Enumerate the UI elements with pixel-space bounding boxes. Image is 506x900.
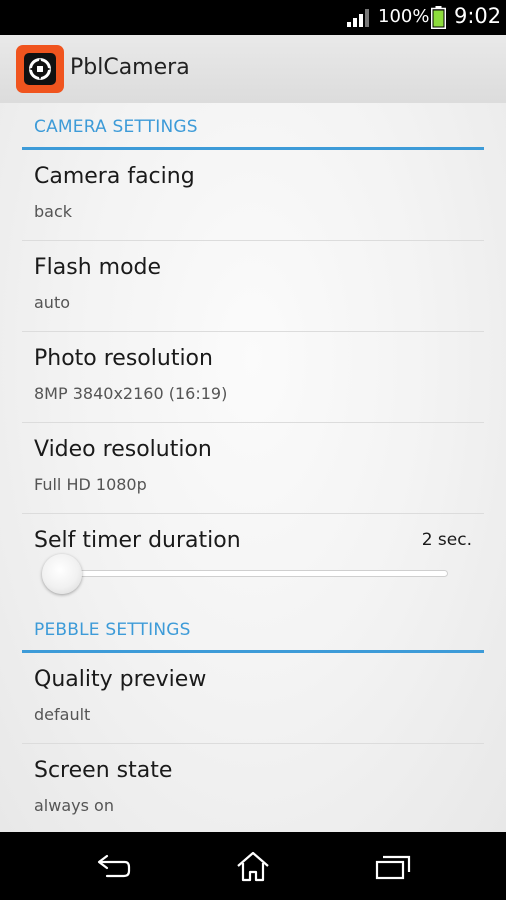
pref-self-timer-duration: Self timer duration 2 sec. xyxy=(22,514,484,614)
self-timer-slider-track[interactable] xyxy=(62,570,448,577)
pref-title: Video resolution xyxy=(34,437,212,462)
app-title: PblCamera xyxy=(70,55,190,80)
pref-title: Screen state xyxy=(34,758,173,783)
section-header-camera-settings: CAMERA SETTINGS xyxy=(22,103,484,150)
pref-summary: Full HD 1080p xyxy=(34,475,147,494)
signal-icon xyxy=(347,9,369,27)
recents-icon[interactable] xyxy=(373,850,413,882)
pref-summary: 8MP 3840x2160 (16:19) xyxy=(34,384,228,403)
action-bar: PblCamera xyxy=(0,35,506,103)
pref-summary: always on xyxy=(34,796,114,815)
clock: 9:02 xyxy=(454,4,502,28)
pref-camera-facing[interactable]: Camera facing back xyxy=(22,150,484,241)
slider-value: 2 sec. xyxy=(421,530,472,550)
pref-title: Flash mode xyxy=(34,255,162,280)
back-icon[interactable] xyxy=(93,850,133,882)
section-header-pebble-settings: PEBBLE SETTINGS xyxy=(22,606,484,653)
battery-percent: 100% xyxy=(378,6,430,27)
pref-title: Camera facing xyxy=(34,164,195,189)
status-bar: 100% 9:02 xyxy=(0,0,506,35)
pref-screen-state[interactable]: Screen state always on xyxy=(22,744,484,835)
app-icon[interactable] xyxy=(16,45,64,93)
pref-summary: back xyxy=(34,202,73,221)
pref-summary: default xyxy=(34,705,91,724)
pref-flash-mode[interactable]: Flash mode auto xyxy=(22,241,484,332)
pref-video-resolution[interactable]: Video resolution Full HD 1080p xyxy=(22,423,484,514)
pref-title: Self timer duration xyxy=(34,528,241,553)
section-header-label: PEBBLE SETTINGS xyxy=(34,620,191,640)
battery-icon xyxy=(431,6,446,29)
self-timer-slider-thumb[interactable] xyxy=(42,554,82,594)
pref-photo-resolution[interactable]: Photo resolution 8MP 3840x2160 (16:19) xyxy=(22,332,484,423)
pref-title: Photo resolution xyxy=(34,346,213,371)
home-icon[interactable] xyxy=(233,850,273,882)
pref-quality-preview[interactable]: Quality preview default xyxy=(22,653,484,744)
section-header-label: CAMERA SETTINGS xyxy=(34,117,198,137)
navigation-bar xyxy=(0,832,506,900)
settings-list: CAMERA SETTINGS Camera facing back Flash… xyxy=(0,103,506,832)
pref-summary: auto xyxy=(34,293,71,312)
pref-title: Quality preview xyxy=(34,667,207,692)
